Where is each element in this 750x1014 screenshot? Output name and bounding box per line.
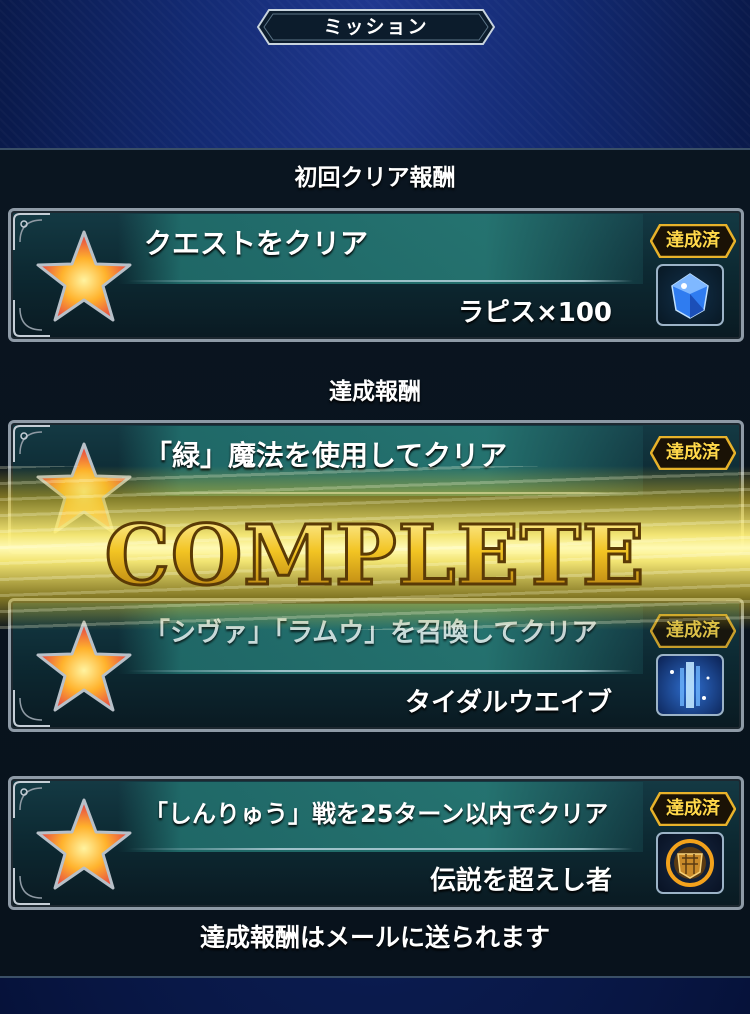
star-icon	[36, 798, 132, 890]
mission-card[interactable]: 「シヴァ」「ラムウ」を召喚してクリア タイダルウエイブ 達成済	[8, 598, 744, 732]
status-badge-label: 達成済	[666, 620, 720, 641]
star-icon	[36, 230, 132, 322]
section-label-first-clear: 初回クリア報酬	[294, 165, 456, 191]
footer-note: 達成報酬はメールに送られます	[199, 923, 550, 952]
mission-card-divider	[128, 280, 633, 282]
mission-card[interactable]: 「しんりゅう」戦を25ターン以内でクリア 伝説を超えし者 達成済	[8, 776, 744, 910]
mission-title: 「シヴァ」「ラムウ」を召喚してクリア	[144, 618, 598, 648]
mission-reward: 伝説を超えし者	[429, 866, 612, 896]
star-icon	[36, 442, 132, 534]
status-badge-label: 達成済	[666, 442, 720, 463]
mission-card-divider	[128, 848, 633, 850]
section-label-achievement: 達成報酬	[329, 379, 421, 405]
screen-title: ミッション	[323, 16, 429, 38]
mission-reward: タイダルウエイブ	[405, 688, 612, 718]
mission-card[interactable]: クエストをクリア ラピス×100 達成済	[8, 208, 744, 342]
mission-title: 「緑」魔法を使用してクリア	[144, 439, 508, 472]
screen-title-plate: ミッション	[257, 9, 495, 45]
status-badge-label: 達成済	[666, 798, 720, 819]
mission-card-divider	[128, 492, 633, 494]
status-badge-label: 達成済	[666, 230, 720, 251]
status-badge: 達成済	[650, 436, 736, 470]
status-badge: 達成済	[650, 224, 736, 258]
mission-card[interactable]: 「緑」魔法を使用してクリア 達成済	[8, 420, 744, 554]
mission-title: 「しんりゅう」戦を25ターン以内でクリア	[144, 800, 609, 828]
tidal-wave-icon	[656, 654, 724, 716]
lapis-crystal-icon	[656, 264, 724, 326]
mission-card-divider	[128, 670, 633, 672]
mission-reward: ラピス×100	[457, 298, 612, 328]
star-icon	[36, 620, 132, 712]
mission-title: クエストをクリア	[144, 227, 369, 260]
status-badge: 達成済	[650, 792, 736, 826]
status-badge: 達成済	[650, 614, 736, 648]
legend-emblem-icon	[656, 832, 724, 894]
